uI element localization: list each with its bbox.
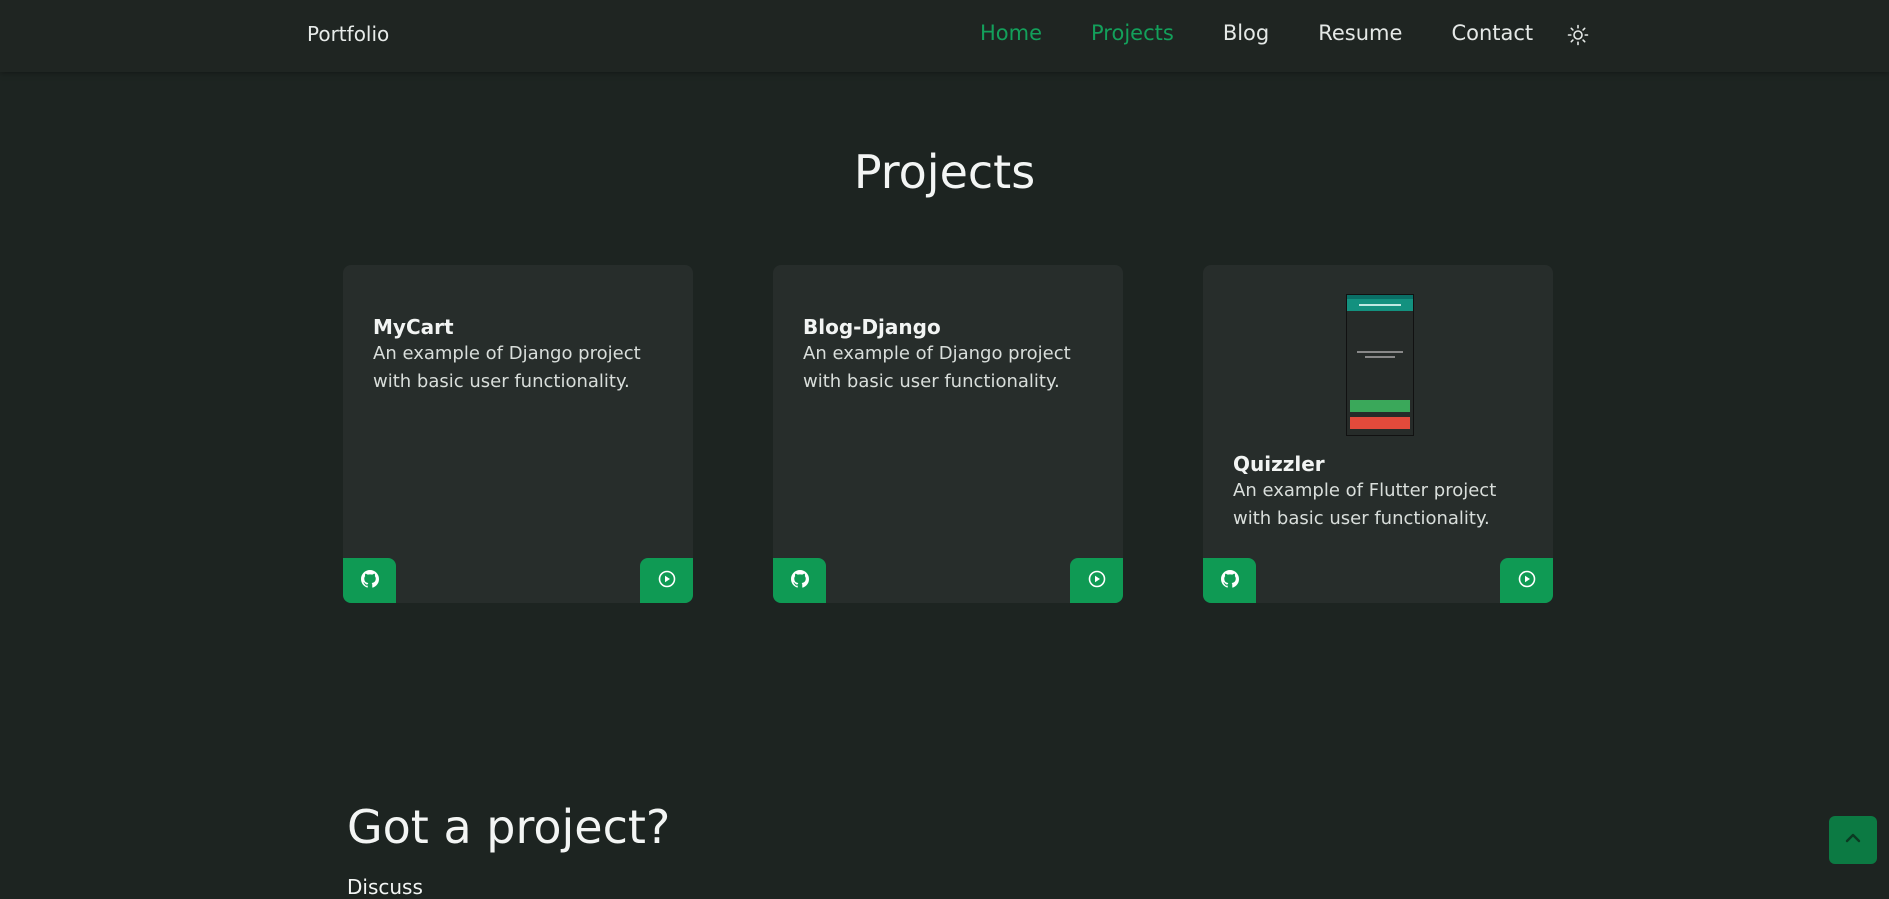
demo-button[interactable] [1070, 558, 1123, 603]
navbar: Portfolio Home Projects Blog Resume Cont… [0, 0, 1889, 72]
github-icon [360, 569, 379, 592]
github-button[interactable] [1203, 558, 1256, 603]
cta-subheading: Discuss [347, 875, 423, 899]
project-title: Blog-Django [803, 315, 941, 339]
project-card-blog-django: Blog-Django An example of Django project… [773, 265, 1123, 603]
nav-link-home[interactable]: Home [980, 21, 1042, 45]
project-card-mycart: MyCart An example of Django project with… [343, 265, 693, 603]
github-button[interactable] [773, 558, 826, 603]
play-circle-icon [658, 570, 676, 592]
chevron-up-icon [1843, 828, 1863, 852]
scroll-top-button[interactable] [1829, 816, 1877, 864]
demo-button[interactable] [640, 558, 693, 603]
project-title: Quizzler [1233, 452, 1325, 476]
project-description: An example of Django project with basic … [803, 343, 1071, 392]
play-circle-icon [1518, 570, 1536, 592]
sun-icon[interactable] [1567, 24, 1589, 46]
cta-heading: Got a project? [347, 800, 671, 854]
nav-link-projects[interactable]: Projects [1091, 21, 1174, 45]
project-card-quizzler: Quizzler An example of Flutter project w… [1203, 265, 1553, 603]
github-icon [790, 569, 809, 592]
project-description: An example of Django project with basic … [373, 343, 641, 392]
project-screenshot [1346, 294, 1414, 436]
play-circle-icon [1088, 570, 1106, 592]
github-icon [1220, 569, 1239, 592]
github-button[interactable] [343, 558, 396, 603]
nav-links: Home Projects Blog Resume Contact [980, 21, 1582, 45]
demo-button[interactable] [1500, 558, 1553, 603]
nav-link-resume[interactable]: Resume [1318, 21, 1402, 45]
project-description: An example of Flutter project with basic… [1233, 480, 1497, 529]
nav-link-blog[interactable]: Blog [1223, 21, 1269, 45]
project-title: MyCart [373, 315, 454, 339]
page-title: Projects [853, 145, 1036, 199]
brand-logo[interactable]: Portfolio [307, 22, 389, 46]
nav-link-contact[interactable]: Contact [1451, 21, 1533, 45]
